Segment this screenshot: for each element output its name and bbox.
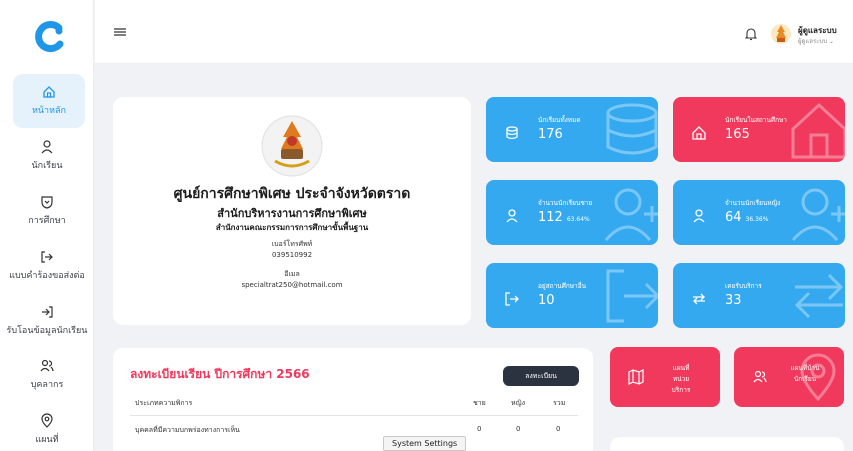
stat-card-male-students[interactable]: จำนวนนักเรียนชาย 112 63.64% [486,180,658,245]
card-label: แผนที่ หน่วย บริการ [671,364,691,394]
sidebar-item-personnel[interactable]: บุคลากร [0,358,94,391]
register-button[interactable]: ลงทะเบียน [503,366,579,386]
school-name: ศูนย์การศึกษาพิเศษ ประจำจังหวัดตราด [173,186,411,202]
home-icon [791,102,845,159]
school-department: สำนักบริหารงานการศึกษาพิเศษ [217,207,367,220]
stat-card-female-students[interactable]: จำนวนนักเรียนหญิง 64 36.36% [673,180,845,245]
avatar[interactable] [770,22,792,46]
sidebar-item-map[interactable]: แผนที่ [0,413,94,446]
stat-percent: 63.64% [566,216,590,223]
menu-icon[interactable] [114,27,126,37]
sidebar-item-label: นักเรียน [31,161,63,171]
stat-card-all-students[interactable]: นักเรียนทั้งหมด 176 [486,97,658,162]
registration-card: ลงทะเบียนเรียน ปีการศึกษา 2566 ลงทะเบียน… [113,348,593,451]
home-icon [43,86,55,98]
school-info-card: ศูนย์การศึกษาพิเศษ ประจำจังหวัดตราด สำนั… [113,97,471,325]
stat-label: อยู่สถานศึกษาอื่น [538,282,587,290]
stat-card-previously-served[interactable]: เคยรับบริการ 33 [673,263,845,328]
stat-card-students-in-school[interactable]: นักเรียนในสถานศึกษา 165 [673,97,845,162]
student-home-map-card[interactable]: แผนที่บ้าน นักเรียน [734,347,844,407]
column-header: ชาย [473,399,486,407]
stat-value: 112 63.64% [538,210,590,225]
sidebar-item-label: หน้าหลัก [31,106,67,116]
email-label: อีเมล [284,270,300,278]
map-icon [628,369,644,385]
column-header: ประเภทความพิการ [135,399,193,407]
phone-label: เบอร์โทรศัพท์ [271,240,313,248]
sidebar-item-label: รับโอนข้อมูลนักเรียน [6,326,88,336]
repeat-icon [794,273,844,319]
database-icon [606,103,658,155]
user-role-dropdown[interactable]: ผู้ดูแลระบบ ⌄ [798,36,834,46]
table-cell-male: 0 [477,425,482,433]
divider [130,415,578,416]
sidebar-item-label: บุคลากร [30,380,64,390]
tooltip: System Settings [383,436,467,451]
sidebar: หน้าหลัก นักเรียน การศึกษา แบบคำร้องขอส่… [0,0,94,451]
home-icon [692,126,706,140]
stat-label: จำนวนนักเรียนชาย [538,199,593,207]
login-icon [42,306,53,318]
user-icon [41,140,53,154]
stat-label: เคยรับบริการ [725,282,762,290]
sidebar-item-receive-transfer[interactable]: รับโอนข้อมูลนักเรียน [0,304,94,337]
repeat-icon [693,293,705,305]
logout-icon [606,269,658,323]
users-icon [40,359,54,372]
sidebar-item-students[interactable]: นักเรียน [0,139,94,172]
logout-icon [41,251,53,263]
bell-icon[interactable] [745,27,757,41]
school-office: สำนักงานคณะกรรมการการศึกษาขั้นพื้นฐาน [215,223,369,232]
stat-percent: 36.36% [745,216,769,223]
table-cell-type: บุคคลที่มีความบกพร่องทางการเห็น [135,426,240,434]
stat-value: 165 [725,127,750,142]
stat-value: 33 [725,293,742,308]
stat-label: นักเรียนทั้งหมด [538,116,581,124]
content-card [610,437,844,451]
column-header: หญิง [511,399,525,407]
shield-icon [41,196,53,209]
service-unit-map-card[interactable]: แผนที่ หน่วย บริการ [610,347,720,407]
map-pin-icon [41,413,53,428]
app-logo[interactable] [33,20,67,54]
stat-label: นักเรียนในสถานศึกษา [725,116,787,124]
map-pin-icon [800,353,836,401]
table-cell-female: 0 [516,425,521,433]
sidebar-item-label: แบบคำร้องขอส่งต่อ [9,271,85,281]
user-icon [693,209,705,223]
sidebar-item-home[interactable]: หน้าหลัก [13,74,85,128]
phone-value: 039510992 [271,251,313,259]
stat-value: 10 [538,293,555,308]
stat-label: จำนวนนักเรียนหญิง [725,199,781,207]
sidebar-item-referral-request[interactable]: แบบคำร้องขอส่งต่อ [0,249,94,282]
registration-title: ลงทะเบียนเรียน ปีการศึกษา 2566 [130,367,310,381]
user-icon [506,209,518,223]
email-value: specialtrat250@hotmail.com [241,281,343,289]
stat-value: 64 36.36% [725,210,769,225]
sidebar-item-label: การศึกษา [28,216,66,226]
sidebar-item-education[interactable]: การศึกษา [0,194,94,227]
database-icon [506,126,518,140]
stat-value: 176 [538,127,563,142]
user-plus-icon [791,188,845,241]
school-emblem-logo [261,115,323,177]
users-icon [753,370,767,383]
logout-icon [505,292,519,306]
table-cell-total: 0 [556,425,561,433]
stat-card-other-school[interactable]: อยู่สถานศึกษาอื่น 10 [486,263,658,328]
column-header: รวม [553,399,566,407]
user-plus-icon [604,188,658,241]
top-bar: ผู้ดูแลระบบ ผู้ดูแลระบบ ⌄ [95,0,853,64]
sidebar-item-label: แผนที่ [35,435,59,445]
